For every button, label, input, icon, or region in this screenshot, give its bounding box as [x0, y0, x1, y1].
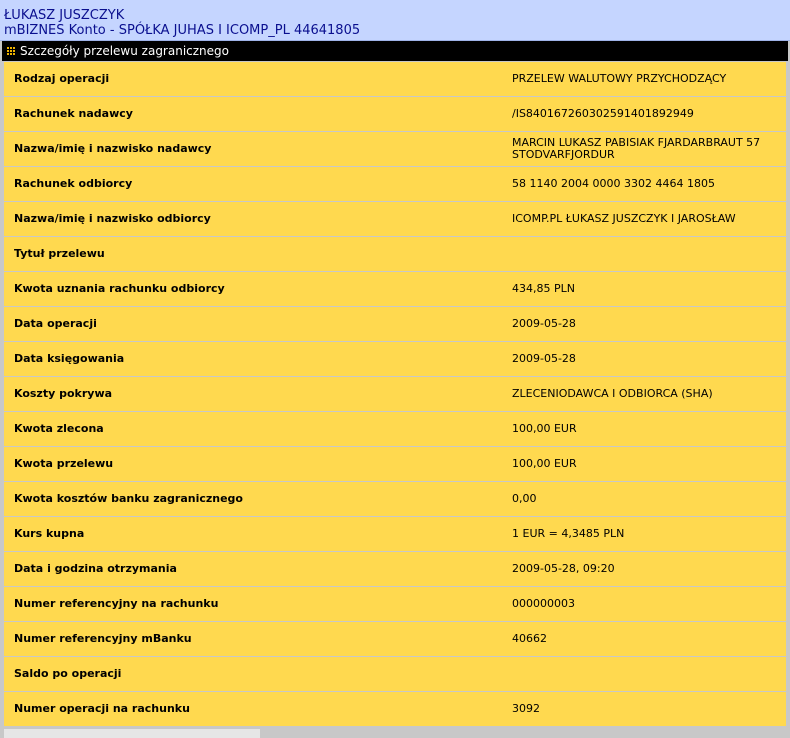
detail-row-bank-reference: Numer referencyjny mBanku 40662 [4, 622, 786, 656]
detail-label: Rachunek odbiorcy [14, 177, 133, 190]
detail-row-account-reference: Numer referencyjny na rachunku 000000003 [4, 587, 786, 621]
detail-label: Data operacji [14, 317, 97, 330]
detail-row-received-datetime: Data i godzina otrzymania 2009-05-28, 09… [4, 552, 786, 586]
detail-label: Kwota kosztów banku zagranicznego [14, 492, 243, 505]
detail-value: 000000003 [512, 597, 575, 610]
detail-value: ICOMP.PL ŁUKASZ JUSZCZYK I JAROSŁAW [512, 212, 736, 225]
detail-row-sender-account: Rachunek nadawcy /IS84016726030259140189… [4, 97, 786, 131]
detail-value: MARCIN LUKASZ PABISIAK FJARDARBRAUT 57 S… [512, 136, 761, 161]
detail-label: Kwota przelewu [14, 457, 114, 470]
detail-row-balance-after: Saldo po operacji [4, 657, 786, 691]
section-title-bar: Szczegóły przelewu zagranicznego [0, 41, 790, 61]
user-name: ŁUKASZ JUSZCZYK [4, 8, 125, 23]
detail-label: Data i godzina otrzymania [14, 562, 177, 575]
detail-row-ordered-amount: Kwota zlecona 100,00 EUR [4, 412, 786, 446]
detail-label: Tytuł przelewu [14, 247, 105, 260]
detail-value: 2009-05-28, 09:20 [512, 562, 615, 575]
detail-label: Nazwa/imię i nazwisko nadawcy [14, 142, 212, 155]
detail-row-costs-covered-by: Koszty pokrywa ZLECENIODAWCA I ODBIORCA … [4, 377, 786, 411]
account-name: mBIZNES Konto - SPÓŁKA JUHAS I ICOMP_PL … [4, 23, 361, 38]
account-header: ŁUKASZ JUSZCZYK mBIZNES Konto - SPÓŁKA J… [0, 0, 790, 41]
detail-value: 2009-05-28 [512, 352, 576, 365]
detail-value [512, 657, 786, 691]
details-table: Rodzaj operacji PRZELEW WALUTOWY PRZYCHO… [0, 61, 790, 738]
detail-value: 2009-05-28 [512, 317, 576, 330]
detail-label: Numer referencyjny na rachunku [14, 597, 219, 610]
detail-label: Numer operacji na rachunku [14, 702, 190, 715]
detail-row-operation-number: Numer operacji na rachunku 3092 [4, 692, 786, 726]
detail-row-sender-name: Nazwa/imię i nazwisko nadawcy MARCIN LUK… [4, 132, 786, 166]
detail-label: Rodzaj operacji [14, 72, 110, 85]
detail-value: 100,00 EUR [512, 422, 577, 435]
detail-value: 100,00 EUR [512, 457, 577, 470]
detail-label: Numer referencyjny mBanku [14, 632, 192, 645]
detail-value: ZLECENIODAWCA I ODBIORCA (SHA) [512, 387, 713, 400]
detail-value: 3092 [512, 702, 540, 715]
section-title: Szczegóły przelewu zagranicznego [20, 44, 230, 58]
detail-row-booking-date: Data księgowania 2009-05-28 [4, 342, 786, 376]
detail-value: 1 EUR = 4,3485 PLN [512, 527, 625, 540]
detail-label: Kurs kupna [14, 527, 85, 540]
detail-row-operation-type: Rodzaj operacji PRZELEW WALUTOWY PRZYCHO… [4, 62, 786, 96]
detail-value [512, 237, 786, 271]
grid-icon [7, 47, 16, 56]
detail-value: 434,85 PLN [512, 282, 575, 295]
detail-value: PRZELEW WALUTOWY PRZYCHODZĄCY [512, 72, 727, 85]
detail-row-transfer-title: Tytuł przelewu [4, 237, 786, 271]
detail-label: Kwota uznania rachunku odbiorcy [14, 282, 225, 295]
detail-row-recipient-name: Nazwa/imię i nazwisko odbiorcy ICOMP.PL … [4, 202, 786, 236]
detail-label: Koszty pokrywa [14, 387, 113, 400]
detail-label: Saldo po operacji [14, 667, 122, 680]
detail-row-foreign-bank-costs: Kwota kosztów banku zagranicznego 0,00 [4, 482, 786, 516]
detail-value: /IS840167260302591401892949 [512, 107, 694, 120]
detail-row-exchange-rate: Kurs kupna 1 EUR = 4,3485 PLN [4, 517, 786, 551]
detail-value: 40662 [512, 632, 547, 645]
detail-row-operation-date: Data operacji 2009-05-28 [4, 307, 786, 341]
transfer-details-page: ŁUKASZ JUSZCZYK mBIZNES Konto - SPÓŁKA J… [0, 0, 790, 738]
detail-row-credited-amount: Kwota uznania rachunku odbiorcy 434,85 P… [4, 272, 786, 306]
detail-label: Rachunek nadawcy [14, 107, 133, 120]
detail-value: 58 1140 2004 0000 3302 4464 1805 [512, 177, 715, 190]
detail-label: Kwota zlecona [14, 422, 104, 435]
detail-label: Data księgowania [14, 352, 125, 365]
detail-label: Nazwa/imię i nazwisko odbiorcy [14, 212, 211, 225]
bottom-divider [4, 729, 260, 738]
detail-value: 0,00 [512, 492, 537, 505]
detail-row-transfer-amount: Kwota przelewu 100,00 EUR [4, 447, 786, 481]
detail-row-recipient-account: Rachunek odbiorcy 58 1140 2004 0000 3302… [4, 167, 786, 201]
